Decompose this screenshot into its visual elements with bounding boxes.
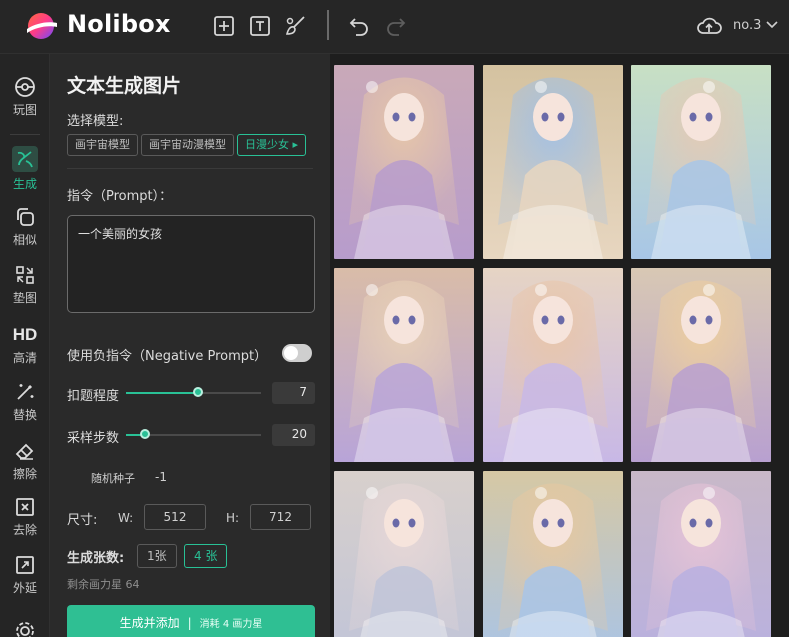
chevron-down-icon[interactable] xyxy=(765,18,779,32)
nav-divider xyxy=(10,134,40,135)
nav-item-reference[interactable]: 垫图 xyxy=(0,264,50,316)
swap-icon xyxy=(16,266,34,284)
height-label: H: xyxy=(226,511,240,525)
generated-image-9[interactable] xyxy=(631,471,771,637)
prompt-textarea[interactable]: 一个美丽的女孩 xyxy=(67,215,315,313)
steps-label: 采样步数 xyxy=(67,431,120,446)
nav-label: 玩图 xyxy=(12,103,37,117)
brand-name: Nolibox xyxy=(67,10,171,38)
copy-icon xyxy=(17,208,34,226)
generate-label: 生成并添加 xyxy=(119,616,180,630)
nav-label: 垫图 xyxy=(12,291,37,305)
nav-label: 外延 xyxy=(12,581,37,595)
slider-fill xyxy=(126,392,199,394)
cloud-upload-icon[interactable] xyxy=(696,14,722,38)
generated-image-7[interactable] xyxy=(334,471,474,637)
left-nav: 玩图 生成 相似 垫图 HD 高清 替换 擦除 去除 外延 xyxy=(0,54,50,637)
nav-label: 相似 xyxy=(12,233,37,247)
undo-icon[interactable] xyxy=(347,14,371,38)
model-chip-jp-girl[interactable]: 日漫少女 ▸ xyxy=(237,134,307,156)
width-input[interactable]: 512 xyxy=(144,504,206,530)
steps-slider-thumb[interactable] xyxy=(140,429,150,439)
fidelity-value[interactable]: 7 xyxy=(272,382,315,404)
add-canvas-icon[interactable] xyxy=(212,14,236,38)
remove-box-icon xyxy=(16,498,34,516)
nav-item-remove[interactable]: 去除 xyxy=(0,496,50,548)
negative-prompt-toggle[interactable] xyxy=(282,344,312,362)
nav-label: 擦除 xyxy=(12,467,37,481)
nav-item-replace[interactable]: 替换 xyxy=(0,381,50,433)
expand-icon xyxy=(16,556,34,574)
panel-title: 文本生成图片 xyxy=(67,75,182,97)
nav-label: 高清 xyxy=(12,351,37,365)
steps-value[interactable]: 20 xyxy=(272,424,315,446)
nav-item-hd[interactable]: HD 高清 xyxy=(0,324,50,376)
fidelity-slider-thumb[interactable] xyxy=(193,387,203,397)
nav-item-generate[interactable]: 生成 xyxy=(0,146,50,198)
redo-icon[interactable] xyxy=(384,14,408,38)
top-bar: Nolibox no.3 xyxy=(0,0,789,54)
count-label: 生成张数: xyxy=(67,551,125,566)
generated-image-3[interactable] xyxy=(631,65,771,259)
section-divider xyxy=(67,168,313,169)
model-chip-anime[interactable]: 画宇宙动漫模型 xyxy=(141,134,234,156)
fidelity-label: 扣题程度 xyxy=(67,389,120,404)
seed-label: 随机种子 xyxy=(91,472,135,485)
nav-item-similar[interactable]: 相似 xyxy=(0,206,50,258)
remaining-credits: 剩余画力星 64 xyxy=(67,578,140,591)
brush-icon xyxy=(12,146,38,172)
generated-image-5[interactable] xyxy=(483,268,623,462)
prompt-label: 指令（Prompt）： xyxy=(67,189,173,204)
generated-image-2[interactable] xyxy=(483,65,623,259)
generated-image-8[interactable] xyxy=(483,471,623,637)
negative-prompt-label: 使用负指令（Negative Prompt） xyxy=(67,349,268,364)
model-label: 选择模型: xyxy=(67,114,124,129)
account-name[interactable]: no.3 xyxy=(733,18,761,33)
nav-label: 替换 xyxy=(12,408,37,422)
seed-value[interactable]: -1 xyxy=(155,470,167,484)
count-option-4[interactable]: 4 张 xyxy=(184,544,228,568)
nav-item-erase[interactable]: 擦除 xyxy=(0,440,50,492)
generated-image-1[interactable] xyxy=(334,65,474,259)
eraser-icon xyxy=(15,443,34,460)
pokeball-icon xyxy=(15,77,35,97)
magic-wand-icon xyxy=(17,384,34,400)
nav-label: 去除 xyxy=(12,523,37,537)
nav-label: 生成 xyxy=(12,177,37,191)
settings-gear-icon[interactable] xyxy=(14,620,36,637)
width-label: W: xyxy=(118,511,134,525)
nolibox-logo-icon xyxy=(27,13,57,39)
generated-image-6[interactable] xyxy=(631,268,771,462)
image-gallery xyxy=(330,54,789,637)
text-tool-icon[interactable] xyxy=(248,14,272,38)
height-input[interactable]: 712 xyxy=(250,504,311,530)
size-label: 尺寸: xyxy=(67,513,98,528)
button-separator: | xyxy=(187,616,192,630)
nav-item-play[interactable]: 玩图 xyxy=(0,76,50,128)
toggle-knob xyxy=(284,346,298,360)
generate-button[interactable]: 生成并添加 | 消耗 4 画力星 xyxy=(67,605,315,637)
model-chip-universe[interactable]: 画宇宙模型 xyxy=(67,134,138,156)
hd-icon: HD xyxy=(12,325,38,344)
paint-brush-icon[interactable] xyxy=(284,14,308,38)
nav-item-outpaint[interactable]: 外延 xyxy=(0,554,50,606)
toolbar-separator xyxy=(327,10,329,40)
count-option-1[interactable]: 1张 xyxy=(137,544,177,568)
text-to-image-panel: 文本生成图片 选择模型: 画宇宙模型 画宇宙动漫模型 日漫少女 ▸ 指令（Pro… xyxy=(50,54,330,637)
generated-image-4[interactable] xyxy=(334,268,474,462)
generate-cost: 消耗 4 画力星 xyxy=(199,619,263,630)
